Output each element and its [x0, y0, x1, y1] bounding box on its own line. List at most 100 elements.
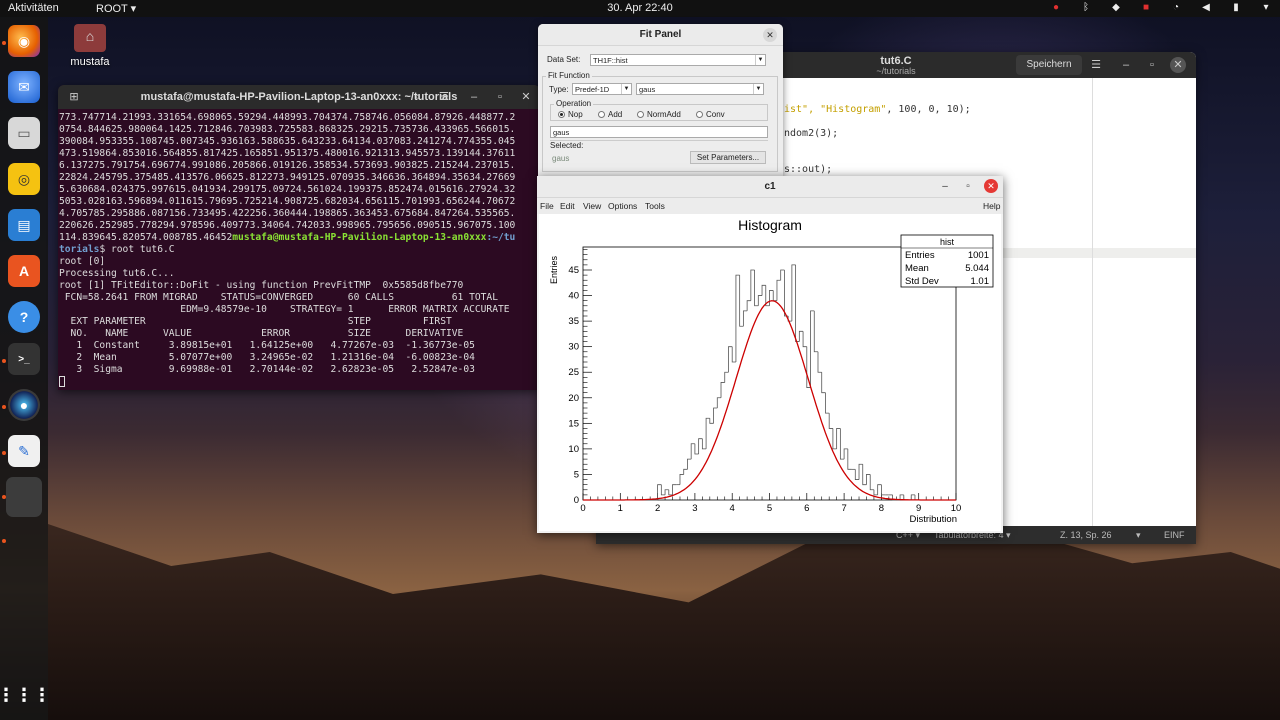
close-icon[interactable]: ✕: [763, 28, 777, 42]
power-menu-icon[interactable]: ▾: [1260, 2, 1272, 14]
root-app-icon[interactable]: ●: [8, 389, 40, 421]
minimize-icon[interactable]: –: [1116, 55, 1136, 75]
stats-entries-value: 1001: [968, 250, 989, 261]
histogram-bin: [724, 371, 729, 383]
minimize-icon[interactable]: –: [462, 85, 486, 109]
histogram-bin: [716, 397, 722, 408]
volume-icon[interactable]: ◀: [1200, 2, 1212, 14]
maximize-icon[interactable]: ▫: [958, 176, 978, 198]
home-folder-icon: [74, 24, 106, 52]
maximize-icon[interactable]: ▫: [1142, 55, 1162, 75]
insert-mode: EINF: [1164, 530, 1185, 540]
histogram-bin: [750, 269, 755, 301]
desktop-home-folder[interactable]: mustafa: [68, 24, 112, 68]
histogram-chart[interactable]: Histogram Entries Distribution 012345678…: [539, 214, 1001, 531]
histogram-bin: [798, 330, 804, 342]
y-tick-label: 10: [568, 444, 579, 455]
plot-pad[interactable]: Histogram Entries Distribution 012345678…: [539, 214, 1001, 531]
bluetooth-icon[interactable]: ᛒ: [1080, 2, 1092, 14]
op-normadd-radio[interactable]: NormAdd: [637, 110, 681, 119]
histogram-bin: [914, 494, 919, 501]
record-icon[interactable]: ●: [1050, 2, 1062, 14]
save-button[interactable]: Speichern: [1016, 55, 1082, 75]
histogram-bin: [742, 310, 748, 327]
canvas-titlebar: c1 – ▫ ✕: [537, 176, 1003, 198]
histogram-bin: [757, 295, 763, 306]
menu-view[interactable]: View: [583, 198, 601, 214]
op-nop-radio[interactable]: Nop: [558, 110, 583, 119]
stats-name: hist: [940, 237, 955, 247]
histogram-bin: [728, 346, 733, 373]
histogram-bin: [705, 417, 710, 449]
menu-options[interactable]: Options: [608, 198, 637, 214]
histogram-bin: [821, 372, 826, 394]
close-icon[interactable]: ✕: [1170, 57, 1186, 73]
close-icon[interactable]: ✕: [984, 179, 998, 193]
histogram-bin: [839, 428, 845, 460]
menu-tools[interactable]: Tools: [645, 198, 665, 214]
x-tick-label: 1: [618, 503, 623, 514]
menu-help[interactable]: Help: [983, 198, 1000, 214]
set-parameters-button[interactable]: Set Parameters...: [690, 151, 766, 164]
vpn-icon[interactable]: ■: [1140, 2, 1152, 14]
text-editor-icon[interactable]: ✎: [8, 435, 40, 467]
histogram-bin: [668, 489, 673, 496]
terminal-icon[interactable]: >_: [8, 343, 40, 375]
type-select[interactable]: Predef-1D ▼: [572, 83, 632, 95]
dataset-label: Data Set:: [547, 55, 581, 64]
dataset-select[interactable]: TH1F::hist ▼: [590, 54, 766, 66]
stats-box: hist Entries 1001 Mean 5.044 Std Dev 1.0…: [900, 234, 994, 288]
fit-panel-window[interactable]: Fit Panel ✕ Data Set: TH1F::hist ▼ Fit Fu…: [538, 24, 783, 176]
running-app-icon[interactable]: [6, 477, 42, 517]
minimize-icon[interactable]: –: [935, 176, 955, 198]
right-margin: [1092, 78, 1093, 526]
canvas-window[interactable]: c1 – ▫ ✕ File Edit View Options Tools He…: [537, 176, 1003, 533]
x-tick-label: 5: [767, 503, 772, 514]
show-apps-icon[interactable]: ⋮⋮⋮: [0, 679, 51, 711]
histogram-bin: [772, 290, 777, 302]
x-tick-label: 9: [916, 503, 921, 514]
histogram-bin: [694, 443, 699, 455]
rhythmbox-icon[interactable]: ◎: [8, 163, 40, 195]
thunderbird-icon[interactable]: ✉: [8, 71, 40, 103]
gaussian-fit-curve: [583, 300, 956, 501]
y-tick-label: 45: [568, 265, 579, 276]
files-icon[interactable]: ▭: [8, 117, 40, 149]
battery-icon[interactable]: ▮: [1230, 2, 1242, 14]
x-tick-label: 3: [692, 503, 697, 514]
menu-edit[interactable]: Edit: [560, 198, 575, 214]
function-select[interactable]: gaus ▼: [636, 83, 764, 95]
histogram-bin: [709, 418, 714, 424]
software-icon[interactable]: A: [8, 255, 40, 287]
histogram-bin: [735, 274, 740, 362]
position-dropdown[interactable]: ▾: [1136, 530, 1141, 541]
terminal-window[interactable]: ⊞ mustafa@mustafa-HP-Pavilion-Laptop-13-…: [58, 85, 540, 390]
op-conv-radio[interactable]: Conv: [696, 110, 725, 119]
x-tick-label: 6: [804, 503, 809, 514]
system-tray[interactable]: ● ᛒ ◆ ■ ◔ ◀ ▮ ▾: [1050, 2, 1272, 14]
hamburger-menu-icon[interactable]: ☰: [432, 85, 456, 109]
histogram-bin: [720, 382, 725, 398]
search-icon[interactable]: ⌕: [406, 85, 430, 109]
home-folder-label: mustafa: [70, 56, 110, 68]
stats-stddev-value: 1.01: [971, 276, 990, 287]
stats-mean-label: Mean: [905, 263, 929, 274]
cursor-position[interactable]: Z. 13, Sp. 26: [1060, 530, 1112, 540]
x-tick-label: 8: [879, 503, 884, 514]
close-icon[interactable]: ✕: [514, 85, 538, 109]
dropbox-icon[interactable]: ◆: [1110, 2, 1122, 14]
writer-icon[interactable]: ▤: [8, 209, 40, 241]
histogram-bin: [869, 474, 874, 491]
menu-file[interactable]: File: [540, 198, 554, 214]
op-add-radio[interactable]: Add: [598, 110, 622, 119]
histogram-bin: [873, 489, 878, 496]
hamburger-menu-icon[interactable]: ☰: [1086, 55, 1106, 75]
help-icon[interactable]: ?: [8, 301, 40, 333]
x-axis-label: Distribution: [909, 514, 957, 525]
new-tab-icon[interactable]: ⊞: [62, 85, 86, 109]
firefox-icon[interactable]: ◉: [8, 25, 40, 57]
formula-input[interactable]: gaus: [550, 126, 768, 138]
terminal-output[interactable]: 773.747714.21993.331654.698065.59294.448…: [58, 109, 540, 390]
maximize-icon[interactable]: ▫: [488, 85, 512, 109]
wifi-icon[interactable]: ◔: [1170, 2, 1182, 14]
